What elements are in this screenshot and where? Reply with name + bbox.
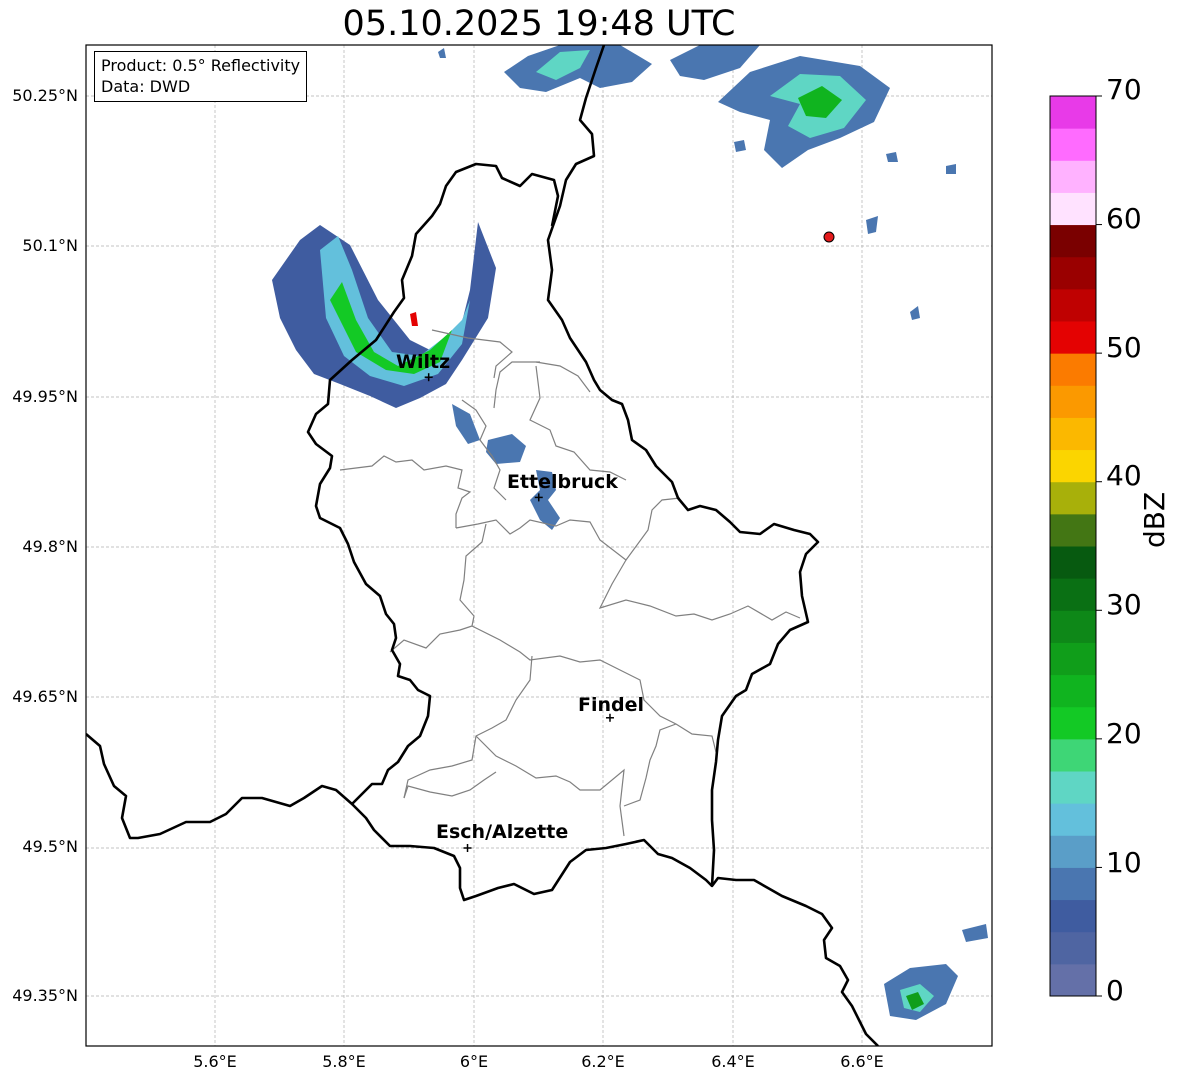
colorbar-segment [1050, 96, 1096, 129]
colorbar-segment [1050, 931, 1096, 965]
city-label-esch: Esch/Alzette [436, 821, 569, 843]
colorbar-segment [1050, 481, 1096, 515]
colorbar-segment [1050, 642, 1096, 676]
lat-tick: 49.35°N [12, 986, 78, 1005]
colorbar-segment [1050, 417, 1096, 451]
echo-cell [438, 48, 446, 58]
colorbar-label: dBZ [1138, 491, 1171, 548]
colorbar-segment [1050, 385, 1096, 418]
country-borders [86, 45, 879, 1046]
lon-tick: 6°E [459, 1052, 489, 1071]
colorbar-segment [1050, 160, 1096, 193]
colorbar-tick: 30 [1106, 588, 1142, 621]
colorbar-segment [1050, 288, 1096, 322]
colorbar-segment [1050, 546, 1096, 579]
colorbar-tick: 10 [1106, 846, 1142, 879]
canton-borders [339, 329, 801, 837]
lon-tick: 6.4°E [711, 1052, 755, 1071]
colorbar-segment [1050, 513, 1096, 547]
colorbar-segment [1050, 674, 1096, 708]
colorbar-segment [1050, 578, 1096, 611]
lon-tick: 5.6°E [193, 1052, 237, 1071]
colorbar-segment [1050, 128, 1096, 161]
colorbar-segment [1050, 353, 1096, 386]
city-label-wiltz: Wiltz [396, 351, 451, 373]
city-label-ettelbruck: Ettelbruck [507, 471, 618, 493]
colorbar-segment [1050, 256, 1096, 290]
colorbar-segment [1050, 321, 1096, 354]
colorbar-segment [1050, 224, 1096, 258]
colorbar-tick: 60 [1106, 202, 1142, 235]
colorbar-tick: 40 [1106, 459, 1142, 492]
echo-cell [946, 164, 956, 174]
info-box: Product: 0.5° Reflectivity Data: DWD [94, 51, 308, 102]
echo-cell [962, 924, 988, 942]
colorbar-segment [1050, 963, 1096, 997]
lat-tick: 49.65°N [12, 687, 78, 706]
lat-tick: 50.1°N [22, 236, 78, 255]
lon-tick: 6.6°E [840, 1052, 884, 1071]
city-marker [463, 844, 472, 852]
radar-echoes [272, 45, 988, 1020]
echo-cell [734, 140, 746, 152]
radar-site-marker [823, 231, 835, 243]
lat-tick: 49.8°N [22, 537, 78, 556]
echo-cell [910, 306, 920, 320]
colorbar-tick: 70 [1106, 73, 1142, 106]
colorbar [1049, 95, 1102, 997]
colorbar-segment [1050, 835, 1096, 868]
lat-tick: 50.25°N [12, 86, 78, 105]
colorbar-segment [1050, 867, 1096, 901]
colorbar-segment [1050, 610, 1096, 643]
echo-cell [866, 216, 878, 234]
colorbar-segment [1050, 706, 1096, 740]
lat-tick: 49.95°N [12, 387, 78, 406]
colorbar-segment [1050, 738, 1096, 772]
colorbar-segment [1050, 899, 1096, 933]
colorbar-segment [1050, 192, 1096, 226]
colorbar-tick: 50 [1106, 331, 1142, 364]
colorbar-segment [1050, 803, 1096, 836]
map-frame [85, 44, 993, 1047]
lat-tick: 49.5°N [22, 837, 78, 856]
colorbar-segment [1050, 771, 1096, 804]
lon-tick: 6.2°E [581, 1052, 625, 1071]
city-label-findel: Findel [578, 694, 645, 716]
radar-map [85, 44, 1102, 1047]
graticule [86, 45, 992, 1046]
product-label: Product: 0.5° Reflectivity [101, 56, 301, 75]
echo-cell [410, 312, 418, 326]
echo-cell [886, 152, 898, 162]
colorbar-segment [1050, 449, 1096, 483]
lon-tick: 5.8°E [322, 1052, 366, 1071]
data-source-label: Data: DWD [101, 77, 191, 96]
echo-cell [486, 434, 526, 464]
echo-cell [670, 45, 760, 80]
colorbar-tick: 20 [1106, 717, 1142, 750]
colorbar-tick: 0 [1106, 974, 1124, 1007]
